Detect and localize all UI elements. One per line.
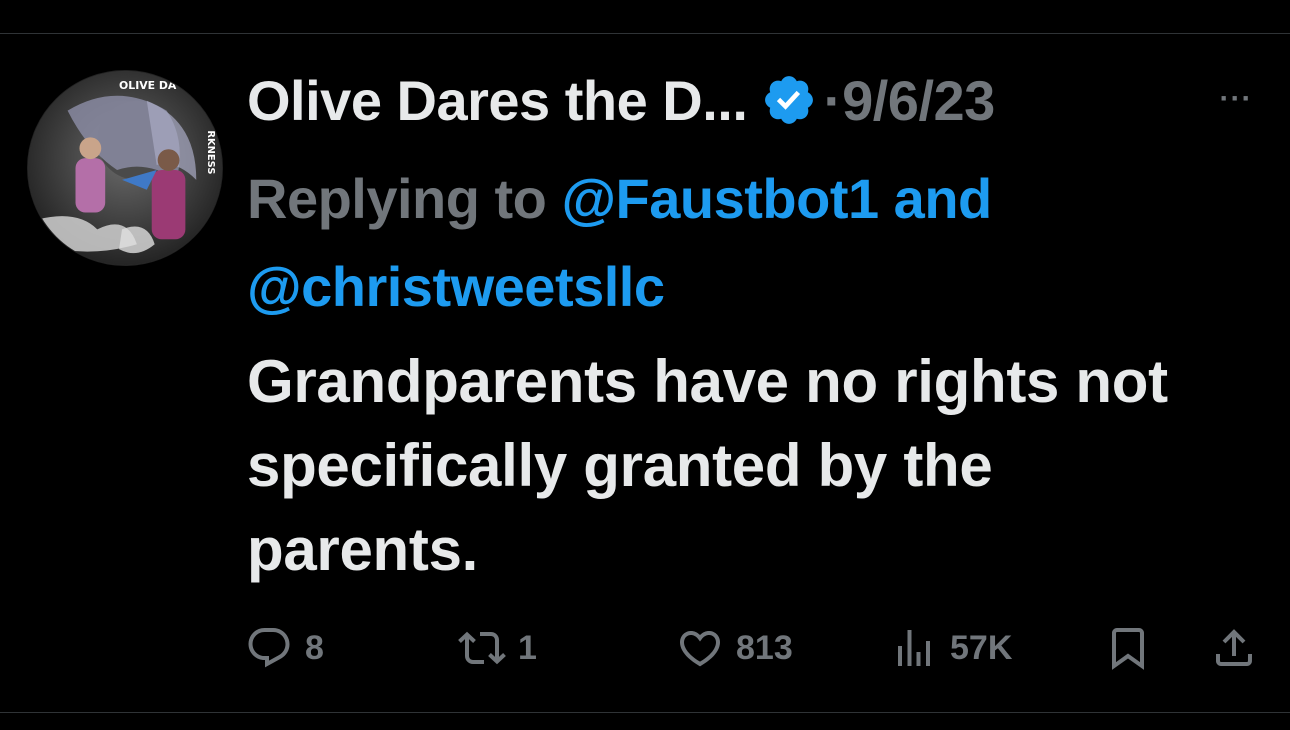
views-button[interactable]: 57K (890, 620, 1012, 676)
tweet-date[interactable]: 9/6/23 (842, 68, 995, 133)
bookmark-icon (1104, 624, 1152, 672)
bookmark-button[interactable] (1104, 620, 1152, 676)
tweet-text-line: Grandparents have no rights not (247, 348, 1168, 415)
avatar-title-text: OLIVE DA (119, 79, 177, 92)
more-options-icon[interactable]: ··· (1212, 82, 1260, 115)
tweet-header: Olive Dares the D... · 9/6/23 (247, 62, 995, 138)
header-separator: · (823, 68, 843, 132)
retweet-icon (458, 624, 506, 672)
retweet-button[interactable]: 1 (458, 620, 537, 676)
views-chart-icon (890, 624, 938, 672)
mention-conjunction: and (878, 167, 993, 230)
views-count: 57K (950, 628, 1013, 667)
reply-icon (245, 624, 293, 672)
reply-button[interactable]: 8 (245, 620, 324, 676)
tweet-text: Grandparents have no rights not specific… (247, 340, 1277, 592)
top-divider (0, 33, 1290, 34)
avatar-side-text: RKNESS (205, 130, 216, 174)
replying-prefix: Replying to (247, 167, 562, 230)
avatar-image: OLIVE DA RKNESS (28, 71, 222, 265)
verified-badge-icon[interactable] (761, 72, 817, 128)
share-icon (1210, 624, 1258, 672)
tweet-text-line: specifically granted by the (247, 432, 993, 499)
bottom-divider (0, 712, 1290, 713)
mention-link[interactable]: @christweetsllc (247, 255, 665, 318)
author-display-name[interactable]: Olive Dares the D... (247, 68, 748, 133)
avatar[interactable]: OLIVE DA RKNESS (27, 70, 223, 266)
mention-link[interactable]: @Faustbot1 (561, 167, 879, 230)
like-count: 813 (736, 628, 793, 667)
retweet-count: 1 (518, 628, 537, 667)
share-button[interactable] (1210, 620, 1258, 676)
reply-count: 8 (305, 628, 324, 667)
tweet-text-line: parents. (247, 516, 479, 583)
heart-icon (676, 624, 724, 672)
like-button[interactable]: 813 (676, 620, 793, 676)
action-bar: 8 1 813 57K (0, 620, 1290, 676)
replying-to-line: Replying to @Faustbot1 and @christweetsl… (247, 155, 1247, 331)
